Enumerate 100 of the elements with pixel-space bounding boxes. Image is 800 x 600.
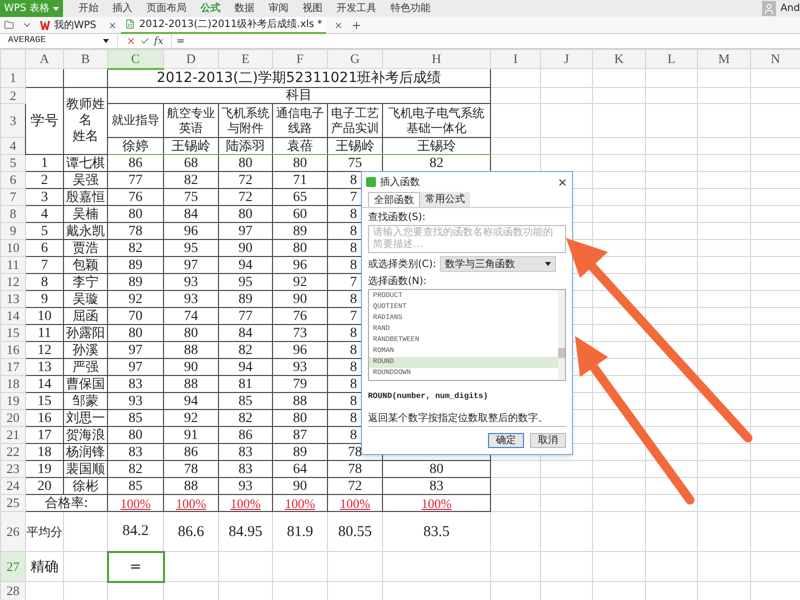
table-cell: 20 <box>38 478 52 494</box>
table-cell: 17 <box>38 428 52 442</box>
sheet-title: 2012-2013(二)学期52311021班补考后成绩 <box>156 70 442 86</box>
table-cell: 合格率: <box>44 496 88 510</box>
insert-function-button[interactable]: fx <box>154 34 164 48</box>
folder-icon[interactable] <box>4 20 14 30</box>
ok-button[interactable]: 确定 <box>488 433 524 448</box>
table-cell: 91 <box>184 428 198 442</box>
document-tab[interactable]: 2012-2013(二)2011级补考后成绩.xls * <box>121 16 326 34</box>
table-cell: 92 <box>293 274 307 290</box>
table-cell: 68 <box>184 156 198 170</box>
row-number: 1 <box>10 70 16 85</box>
table-cell: 18 <box>38 444 52 460</box>
column-header[interactable]: B <box>81 51 90 66</box>
formula-field[interactable]: = <box>176 34 800 48</box>
column-header[interactable]: N <box>770 51 780 66</box>
header-cell: 学号 <box>30 113 58 129</box>
name-box[interactable]: AVERAGE <box>0 34 118 48</box>
ribbon-tab[interactable]: 开发工具 <box>329 1 384 16</box>
table-cell: 81 <box>238 376 252 392</box>
row-number: 20 <box>6 410 20 425</box>
table-cell: 80 <box>238 156 252 170</box>
add-tab-icon[interactable] <box>351 20 362 30</box>
table-cell: 73 <box>293 326 307 340</box>
table-cell: 64 <box>293 462 307 476</box>
column-header[interactable]: E <box>242 51 250 66</box>
table-cell: 82 <box>128 240 142 256</box>
table-cell: 100% <box>421 496 452 510</box>
column-header[interactable]: J <box>564 51 570 66</box>
table-cell: 72 <box>238 190 252 204</box>
ribbon-tab[interactable]: 特色功能 <box>383 1 438 16</box>
table-cell: 谭七棋 <box>66 156 105 170</box>
table-cell: 80 <box>128 206 142 222</box>
column-header[interactable]: I <box>513 51 518 66</box>
app-logo-icon <box>366 177 376 187</box>
table-cell: 6 <box>41 240 48 256</box>
table-cell: 邹蒙 <box>72 394 98 408</box>
category-dropdown[interactable]: 数学与三角函数 <box>440 256 556 272</box>
column-header[interactable]: M <box>718 51 730 66</box>
cancel-icon[interactable] <box>126 36 136 46</box>
table-cell: 77 <box>128 172 142 188</box>
table-cell: 平均分 <box>26 524 62 538</box>
row-number: 10 <box>6 240 20 255</box>
close-icon[interactable] <box>108 20 118 30</box>
row-number: 3 <box>10 112 16 128</box>
table-cell: 97 <box>128 342 142 358</box>
header-cell: 王锡岭 <box>172 138 210 154</box>
cancel-button[interactable]: 取消 <box>530 433 566 448</box>
ribbon-tab[interactable]: 审阅 <box>261 1 296 16</box>
table-cell: 78 <box>184 462 198 476</box>
row-number: 25 <box>6 495 20 510</box>
table-cell: 60 <box>293 206 307 222</box>
table-cell: 84.2 <box>122 523 149 540</box>
table-cell: 76 <box>293 308 307 324</box>
close-icon[interactable] <box>557 176 568 188</box>
table-cell: 82 <box>238 410 252 426</box>
table-cell: 75 <box>184 190 198 204</box>
table-cell: 80 <box>293 156 307 170</box>
table-cell: 78 <box>128 224 142 238</box>
table-cell: 94 <box>184 394 198 408</box>
ribbon-tab[interactable]: 数据 <box>227 1 262 16</box>
table-cell: 8 <box>350 360 357 374</box>
confirm-icon[interactable] <box>140 36 150 46</box>
caret-icon[interactable] <box>545 262 551 266</box>
scrollbar[interactable] <box>558 290 565 380</box>
column-header[interactable]: H <box>432 51 442 66</box>
column-header[interactable]: G <box>350 51 360 66</box>
table-cell: 80 <box>293 410 307 426</box>
ribbon-tab[interactable]: 插入 <box>105 1 140 16</box>
column-header[interactable]: F <box>296 51 304 66</box>
table-cell: 100% <box>176 496 206 510</box>
table-cell: 5 <box>41 224 48 238</box>
column-header[interactable]: K <box>614 51 624 66</box>
document-tab[interactable]: 我的WPS <box>36 16 100 34</box>
caret-icon[interactable] <box>103 39 109 43</box>
ribbon-tab[interactable]: 开始 <box>71 1 106 16</box>
close-icon[interactable] <box>334 20 344 30</box>
function-description: 返回某个数字按指定位数取整后的数字。 <box>368 412 549 426</box>
header-cell: 徐婷 <box>122 138 148 154</box>
column-header[interactable]: D <box>186 51 196 66</box>
dialog-tab[interactable]: 常用公式 <box>420 192 470 207</box>
table-cell: 11 <box>38 326 52 340</box>
column-header[interactable]: L <box>668 51 676 66</box>
table-cell: 7 <box>41 258 48 272</box>
table-cell: 94 <box>238 258 252 272</box>
ribbon-tab[interactable]: 页面布局 <box>139 1 194 16</box>
table-cell: 86.6 <box>178 524 204 540</box>
table-cell: 7 <box>350 274 357 290</box>
table-cell: 81.9 <box>286 524 314 540</box>
table-cell: 精确 <box>30 558 58 574</box>
ribbon-tab[interactable]: 视图 <box>295 1 330 16</box>
table-cell: 86 <box>184 444 198 460</box>
row-number: 12 <box>6 274 20 289</box>
table-cell: 贾浩 <box>72 240 98 256</box>
dialog-tab[interactable]: 全部函数 <box>368 192 420 207</box>
table-cell: 1 <box>41 156 48 170</box>
user-name: And <box>780 2 800 16</box>
header-cell: 飞机电子电气系统基础一体化 <box>388 106 484 134</box>
table-cell: 屈函 <box>72 308 98 324</box>
active-cell[interactable]: = <box>108 552 164 582</box>
